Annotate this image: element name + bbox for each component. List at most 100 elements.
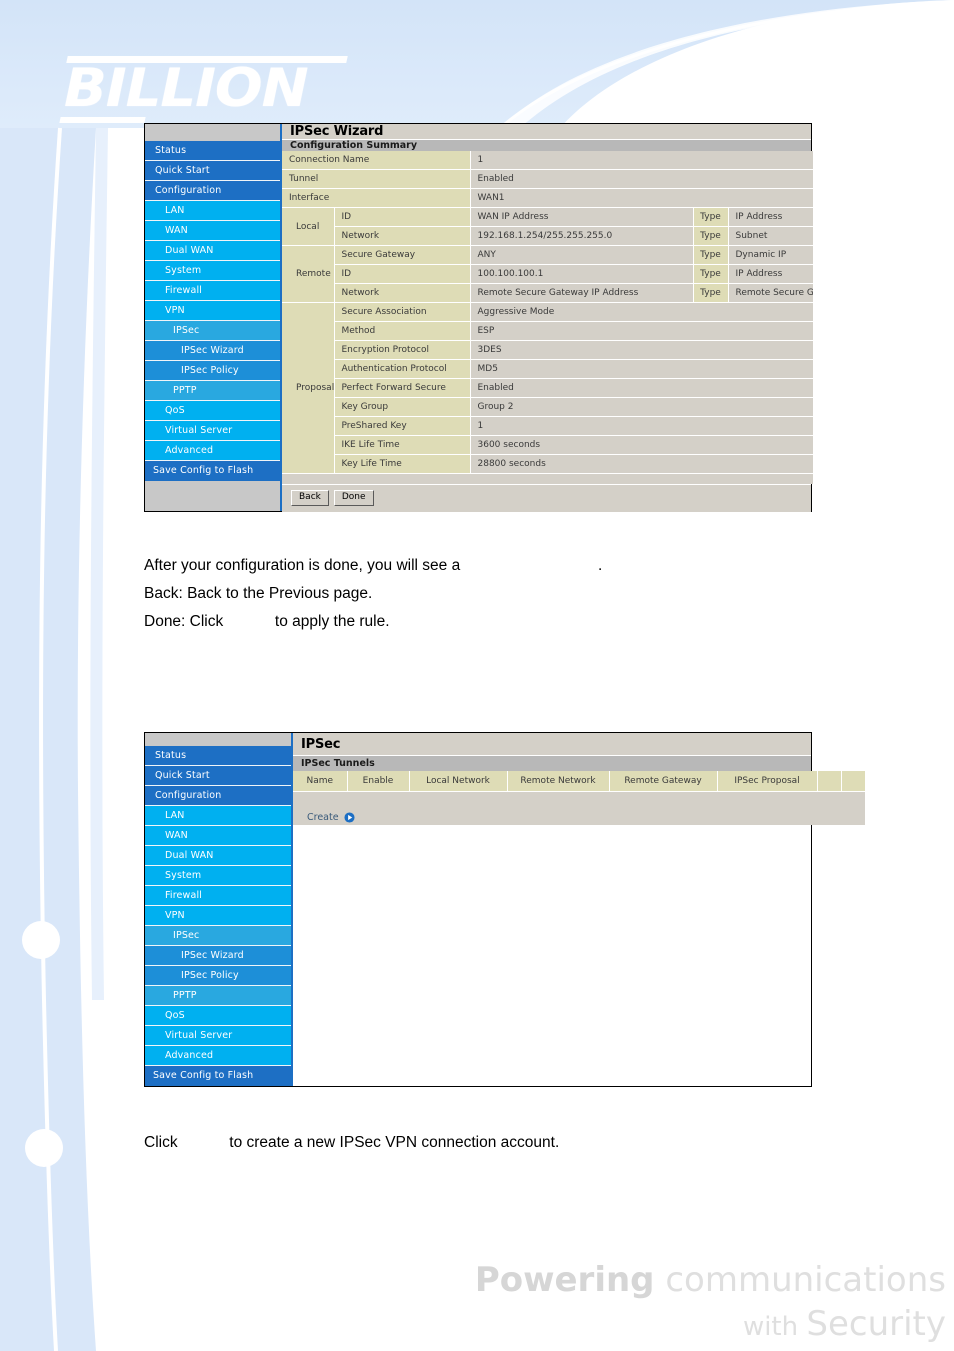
summary-value: 1 — [470, 416, 814, 436]
sidebar-item-label: Dual WAN — [165, 244, 214, 256]
summary-value: MD5 — [470, 359, 814, 379]
section-title: IPSec Tunnels — [301, 758, 375, 769]
sidebar-item-system[interactable]: System — [145, 866, 291, 886]
sidebar-item-dual-wan[interactable]: Dual WAN — [145, 846, 291, 866]
sidebar-item-qos[interactable]: QoS — [145, 401, 280, 421]
tagline-line-2: with Security — [475, 1302, 946, 1349]
arrow-right-circle-icon — [344, 811, 355, 823]
summary-row: Remote Secure Gateway ANY Type Dynamic IP — [282, 245, 814, 303]
router-sidebar-ipsec: Status Quick Start Configuration LAN WAN Dual… — [145, 733, 293, 1086]
sidebar-item-virtual-server[interactable]: Virtual Server — [145, 1026, 291, 1046]
sidebar-item-configuration[interactable]: Configuration — [145, 181, 280, 201]
sidebar-item-save-config-to-flash[interactable]: Save Config to Flash — [145, 461, 280, 481]
wizard-title-bar: IPSec Wizard — [282, 124, 811, 139]
sidebar-item-ipsec-policy[interactable]: IPSec Policy — [145, 361, 280, 381]
sidebar-item-quick-start[interactable]: Quick Start — [145, 161, 280, 181]
sidebar-item-label: PPTP — [173, 989, 197, 1001]
sidebar-item-label: IPSec — [173, 929, 200, 941]
summary-row: Encryption Protocol 3DES — [282, 340, 814, 360]
summary-key: Method — [334, 321, 471, 341]
summary-key: Perfect Forward Secure — [334, 378, 471, 398]
sidebar-item-ipsec-wizard[interactable]: IPSec Wizard — [145, 341, 280, 361]
configuration-summary-body: Connection Name 1 Tunnel Enabled Interface WA… — [282, 151, 814, 484]
tunnel-column-header: Name — [293, 771, 348, 792]
sidebar-item-ipsec-wizard[interactable]: IPSec Wizard — [145, 946, 291, 966]
sidebar-item-ipsec-policy[interactable]: IPSec Policy — [145, 966, 291, 986]
sidebar-item-wan[interactable]: WAN — [145, 826, 291, 846]
summary-row: Authentication Protocol MD5 — [282, 359, 814, 379]
sidebar-item-label: IPSec Wizard — [181, 344, 244, 356]
prose-line-click: Click to create a new IPSec VPN connecti… — [144, 1134, 560, 1151]
summary-type-label: Type — [693, 226, 729, 246]
sidebar-item-label: QoS — [165, 1009, 185, 1021]
summary-key: Tunnel — [282, 169, 471, 189]
wizard-button-bar: Back Done — [282, 484, 811, 512]
sidebar-item-firewall[interactable]: Firewall — [145, 281, 280, 301]
sidebar-item-vpn[interactable]: VPN — [145, 301, 280, 321]
tunnel-spacer-row — [293, 791, 865, 803]
summary-type-label: Type — [693, 207, 729, 227]
sidebar-item-save-config-to-flash[interactable]: Save Config to Flash — [145, 1066, 291, 1086]
summary-type-value: Subnet — [728, 226, 814, 246]
sidebar-item-wan[interactable]: WAN — [145, 221, 280, 241]
prose-line-done: Done: Click to apply the rule. — [144, 613, 390, 630]
section-title: Configuration Summary — [290, 140, 418, 151]
sidebar-item-system[interactable]: System — [145, 261, 280, 281]
sidebar-item-status[interactable]: Status — [145, 746, 291, 766]
summary-value: Aggressive Mode — [470, 302, 814, 322]
summary-key: Connection Name — [282, 151, 471, 170]
tunnel-empty-area — [293, 825, 811, 1086]
sidebar-item-advanced[interactable]: Advanced — [145, 441, 280, 461]
sidebar-item-pptp[interactable]: PPTP — [145, 986, 291, 1006]
summary-row: Method ESP — [282, 321, 814, 341]
summary-group-label: Remote — [282, 245, 335, 303]
sidebar-item-label: VPN — [165, 304, 185, 316]
ipsec-tunnels-table: Name Enable Local Network Remote Network Rem… — [293, 771, 866, 825]
footer-tagline: Powering communications with Security — [475, 1258, 946, 1349]
tunnel-column-header: IPSec Proposal — [717, 771, 818, 792]
summary-value: Enabled — [470, 378, 814, 398]
sidebar-item-configuration[interactable]: Configuration — [145, 786, 291, 806]
summary-type-value: IP Address — [728, 264, 814, 284]
sidebar-item-pptp[interactable]: PPTP — [145, 381, 280, 401]
summary-row: Interface WAN1 — [282, 188, 814, 208]
summary-key: Encryption Protocol — [334, 340, 471, 360]
sidebar-item-label: System — [165, 264, 202, 276]
summary-type-label: Type — [693, 264, 729, 284]
summary-type-label: Type — [693, 283, 729, 303]
sidebar-item-lan[interactable]: LAN — [145, 806, 291, 826]
sidebar-item-label: System — [165, 869, 202, 881]
summary-row: IKE Life Time 3600 seconds — [282, 435, 814, 455]
sidebar-item-lan[interactable]: LAN — [145, 201, 280, 221]
sidebar-item-advanced[interactable]: Advanced — [145, 1046, 291, 1066]
back-button[interactable]: Back — [291, 490, 329, 506]
summary-row: Network 192.168.1.254/255.255.255.0 Type Su… — [282, 226, 814, 246]
sidebar-item-ipsec[interactable]: IPSec — [145, 321, 280, 341]
summary-key: Authentication Protocol — [334, 359, 471, 379]
prose-line-after: After your configuration is done, you wi… — [144, 557, 603, 574]
sidebar-nav-list-ipsec: Status Quick Start Configuration LAN WAN Dual… — [145, 746, 291, 1086]
summary-key: Interface — [282, 188, 471, 208]
sidebar-item-vpn[interactable]: VPN — [145, 906, 291, 926]
sidebar-item-firewall[interactable]: Firewall — [145, 886, 291, 906]
summary-row: Network Remote Secure Gateway IP Address T… — [282, 283, 814, 303]
sidebar-item-qos[interactable]: QoS — [145, 1006, 291, 1026]
sidebar-item-dual-wan[interactable]: Dual WAN — [145, 241, 280, 261]
summary-value: Enabled — [470, 169, 814, 189]
sidebar-item-ipsec[interactable]: IPSec — [145, 926, 291, 946]
summary-filler-row — [282, 473, 814, 484]
sidebar-item-quick-start[interactable]: Quick Start — [145, 766, 291, 786]
tunnel-column-header: Remote Network — [507, 771, 610, 792]
summary-row: PreShared Key 1 — [282, 416, 814, 436]
summary-value: Group 2 — [470, 397, 814, 417]
create-tunnel-link[interactable]: Create — [307, 812, 355, 823]
sidebar-item-label: VPN — [165, 909, 185, 921]
sidebar-item-label: IPSec Policy — [181, 969, 239, 981]
summary-key: Secure Gateway — [334, 245, 471, 265]
sidebar-item-status[interactable]: Status — [145, 141, 280, 161]
done-button[interactable]: Done — [333, 490, 374, 506]
sidebar-item-label: PPTP — [173, 384, 197, 396]
summary-value: 192.168.1.254/255.255.255.0 — [470, 226, 694, 246]
summary-key: ID — [334, 207, 471, 227]
sidebar-item-virtual-server[interactable]: Virtual Server — [145, 421, 280, 441]
